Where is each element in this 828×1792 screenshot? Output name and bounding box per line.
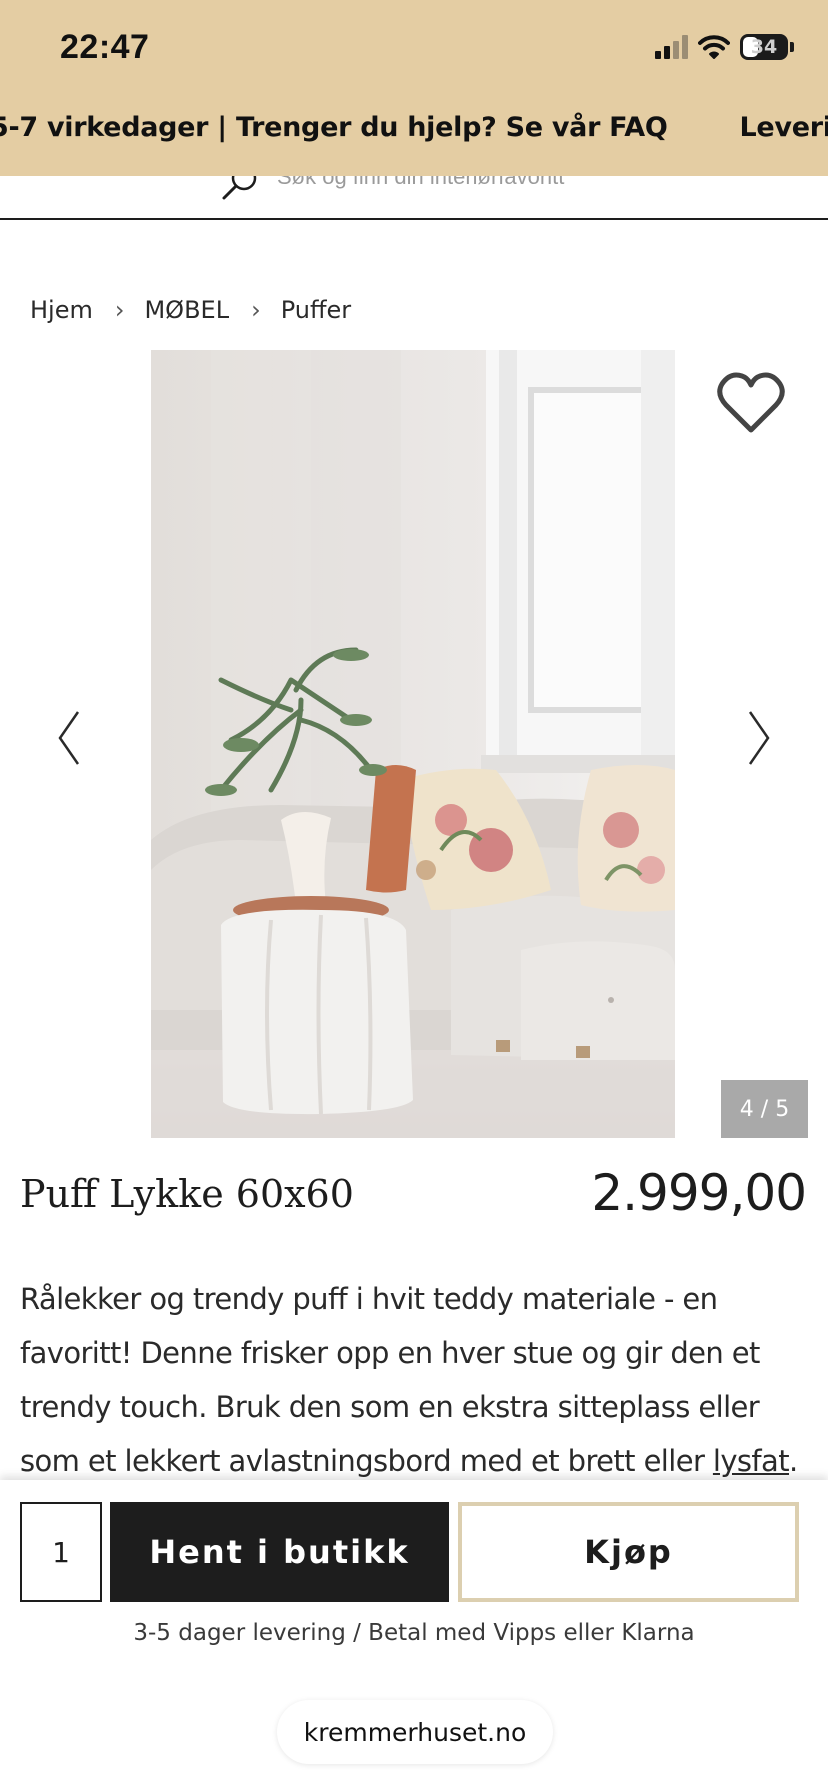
battery-tip: [790, 42, 794, 52]
top-header: 22:47 34 5-7 virkedager | Trenger du hje…: [0, 0, 828, 176]
status-time: 22:47: [60, 28, 150, 66]
cellular-signal-icon: [655, 35, 688, 59]
battery-icon: 34: [740, 34, 788, 60]
promo-track: 5-7 virkedager | Trenger du hjelp? Se vå…: [0, 112, 828, 143]
buy-button[interactable]: Kjøp: [458, 1502, 799, 1602]
promo-ticker[interactable]: 5-7 virkedager | Trenger du hjelp? Se vå…: [0, 112, 828, 152]
chevron-right-icon: ›: [114, 296, 125, 324]
pickup-in-store-button[interactable]: Hent i butikk: [110, 1502, 449, 1602]
description-text: Rålekker og trendy puff i hvit teddy mat…: [20, 1282, 760, 1478]
promo-text-1: 5-7 virkedager | Trenger du hjelp? Se vå…: [0, 112, 668, 143]
status-icons: 34: [655, 34, 794, 60]
promo-text-2: Leverings: [739, 112, 828, 143]
product-title: Puff Lykke 60x60: [20, 1172, 354, 1216]
breadcrumb-home[interactable]: Hjem: [30, 296, 93, 324]
product-description: Rålekker og trendy puff i hvit teddy mat…: [20, 1272, 820, 1488]
lysfat-link[interactable]: lysfat: [713, 1444, 790, 1478]
product-image[interactable]: [151, 350, 675, 1138]
breadcrumb: Hjem › MØBEL › Puffer: [30, 296, 351, 324]
breadcrumb-puffer[interactable]: Puffer: [281, 296, 351, 324]
gallery-counter: 4 / 5: [721, 1080, 808, 1138]
product-gallery: 4 / 5: [0, 350, 828, 1138]
arrow-right-icon[interactable]: [744, 708, 774, 768]
wifi-icon: [698, 35, 730, 59]
buy-bar: 1 Hent i butikk Kjøp 3-5 dager levering …: [0, 1480, 828, 1792]
chevron-right-icon: ›: [251, 296, 261, 324]
arrow-left-icon[interactable]: [54, 708, 84, 768]
breadcrumb-mobel[interactable]: MØBEL: [144, 296, 229, 324]
description-end: .: [789, 1444, 798, 1478]
quantity-input[interactable]: 1: [20, 1502, 102, 1602]
battery-level: 34: [750, 36, 778, 58]
delivery-note: 3-5 dager levering / Betal med Vipps ell…: [133, 1620, 695, 1646]
browser-address-pill[interactable]: kremmerhuset.no: [277, 1700, 553, 1764]
heart-icon[interactable]: [716, 372, 786, 436]
product-price: 2.999,00: [591, 1164, 807, 1222]
